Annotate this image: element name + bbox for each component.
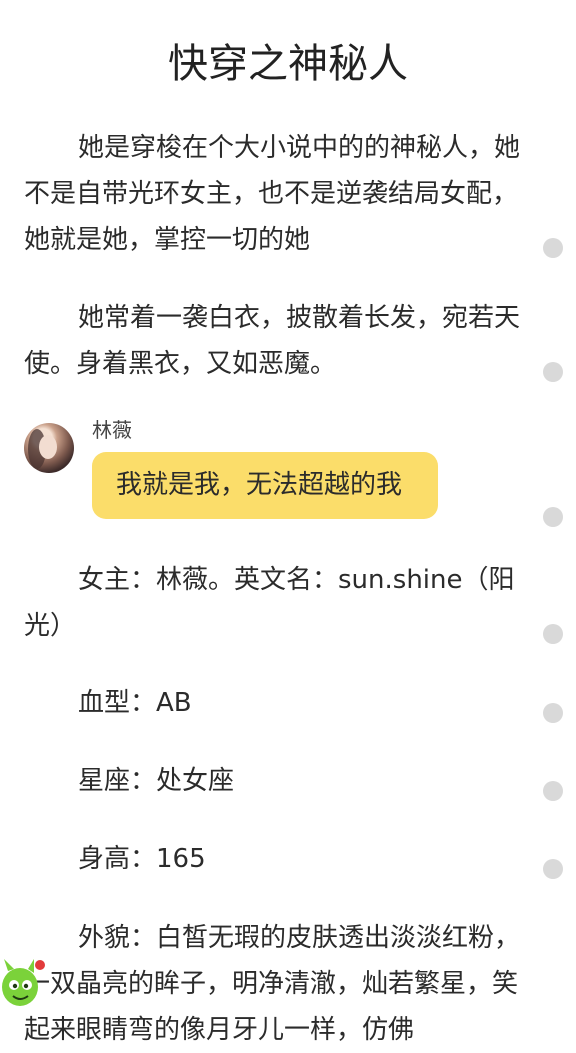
- profile-blood-type: 血型：AB: [78, 688, 192, 718]
- dialogue-bubble: 我就是我，无法超越的我: [92, 452, 438, 519]
- profile-height: 身高：165: [78, 844, 206, 874]
- paragraph-comment-icon[interactable]: [543, 703, 563, 723]
- paragraph-comment-icon[interactable]: [543, 624, 563, 644]
- paragraph-comment-icon[interactable]: [543, 362, 563, 382]
- paragraph-comment-icon[interactable]: [543, 238, 563, 258]
- paragraph-comment-icon[interactable]: [543, 781, 563, 801]
- mascot-graphic: [2, 959, 45, 1006]
- speaker-name: 林薇: [92, 418, 132, 442]
- profile-appearance: 外貌：白皙无瑕的皮肤透出淡淡红粉，一双晶亮的眸子，明净清澈，灿若繁星，笑起来眼睛…: [24, 923, 521, 1045]
- page-title: 快穿之神秘人: [168, 41, 408, 87]
- profile-zodiac: 星座：处女座: [78, 766, 235, 796]
- paragraph-1: 她是穿梭在个大小说中的的神秘人，她不是自带光环女主，也不是逆袭结局女配，她就是她…: [24, 133, 521, 255]
- paragraph-comment-icon[interactable]: [543, 507, 563, 527]
- green-mascot-icon[interactable]: [0, 955, 46, 1015]
- avatar-face: [39, 435, 57, 459]
- avatar[interactable]: [24, 423, 74, 473]
- paragraph-2: 她常着一袭白衣，披散着长发，宛若天使。身着黑衣，又如恶魔。: [24, 303, 521, 379]
- paragraph-comment-icon[interactable]: [543, 859, 563, 879]
- profile-name: 女主：林薇。英文名：sun.shine（阳光）: [24, 565, 515, 641]
